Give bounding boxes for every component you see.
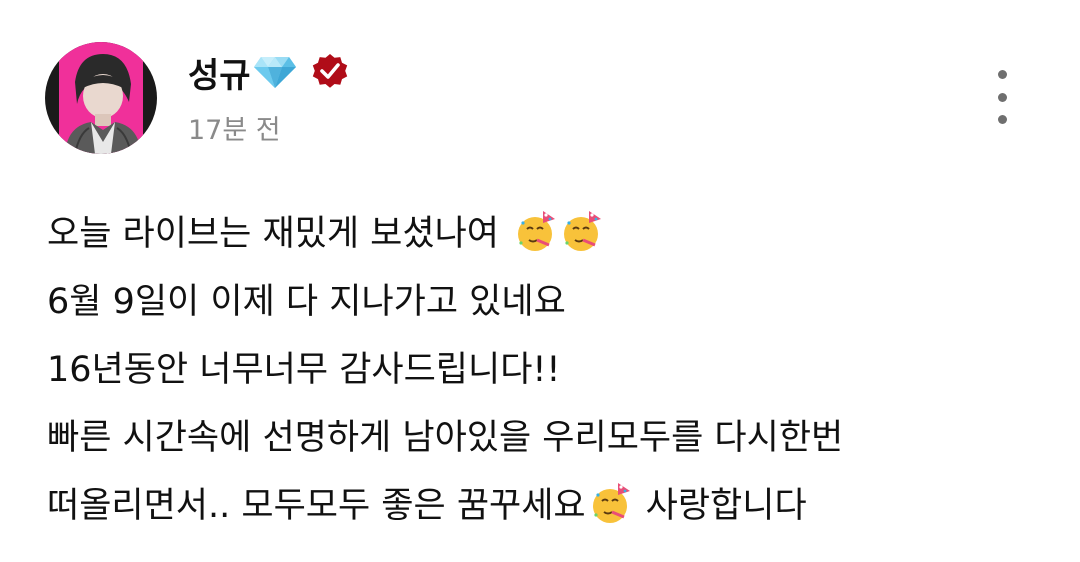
post-card: 성규 17분 전 오늘 라이브는 재밌게 보셨나여 6월 9일이 이제 다 지나… (0, 0, 1080, 562)
post-text: 오늘 라이브는 재밌게 보셨나여 (47, 214, 499, 254)
author-row: 성규 (188, 48, 349, 96)
partying-face-emoji (513, 208, 557, 252)
verified-badge-icon (311, 53, 349, 91)
post-line: 오늘 라이브는 재밌게 보셨나여 (47, 200, 1047, 268)
more-options-button[interactable] (985, 70, 1019, 124)
more-vertical-icon-dot-2 (997, 92, 1007, 102)
post-line: 빠른 시간속에 선명하게 남아있을 우리모두를 다시한번 (47, 404, 1047, 472)
post-text: 사랑합니다 (645, 486, 807, 526)
post-text: 16년동안 너무너무 감사드립니다!! (47, 350, 561, 390)
partying-face-emoji (588, 480, 632, 524)
post-line: 16년동안 너무너무 감사드립니다!! (47, 336, 1047, 404)
more-vertical-icon-dot-3 (997, 115, 1007, 124)
post-text: 6월 9일이 이제 다 지나가고 있네요 (47, 282, 566, 322)
post-timestamp: 17분 전 (188, 115, 281, 146)
avatar-image (45, 42, 157, 154)
post-text: 떠올리면서.. 모두모두 좋은 꿈꾸세요 (47, 486, 586, 526)
post-line: 떠올리면서.. 모두모두 좋은 꿈꾸세요 사랑합니다 (47, 472, 1047, 540)
diamond-icon (253, 55, 297, 89)
partying-face-emoji (559, 208, 603, 252)
avatar[interactable] (45, 42, 157, 154)
more-vertical-icon (997, 70, 1007, 79)
post-body: 오늘 라이브는 재밌게 보셨나여 6월 9일이 이제 다 지나가고 있네요 16… (47, 200, 1047, 540)
post-text: 빠른 시간속에 선명하게 남아있을 우리모두를 다시한번 (47, 418, 844, 458)
author-name[interactable]: 성규 (188, 48, 251, 97)
post-line: 6월 9일이 이제 다 지나가고 있네요 (47, 268, 1047, 336)
